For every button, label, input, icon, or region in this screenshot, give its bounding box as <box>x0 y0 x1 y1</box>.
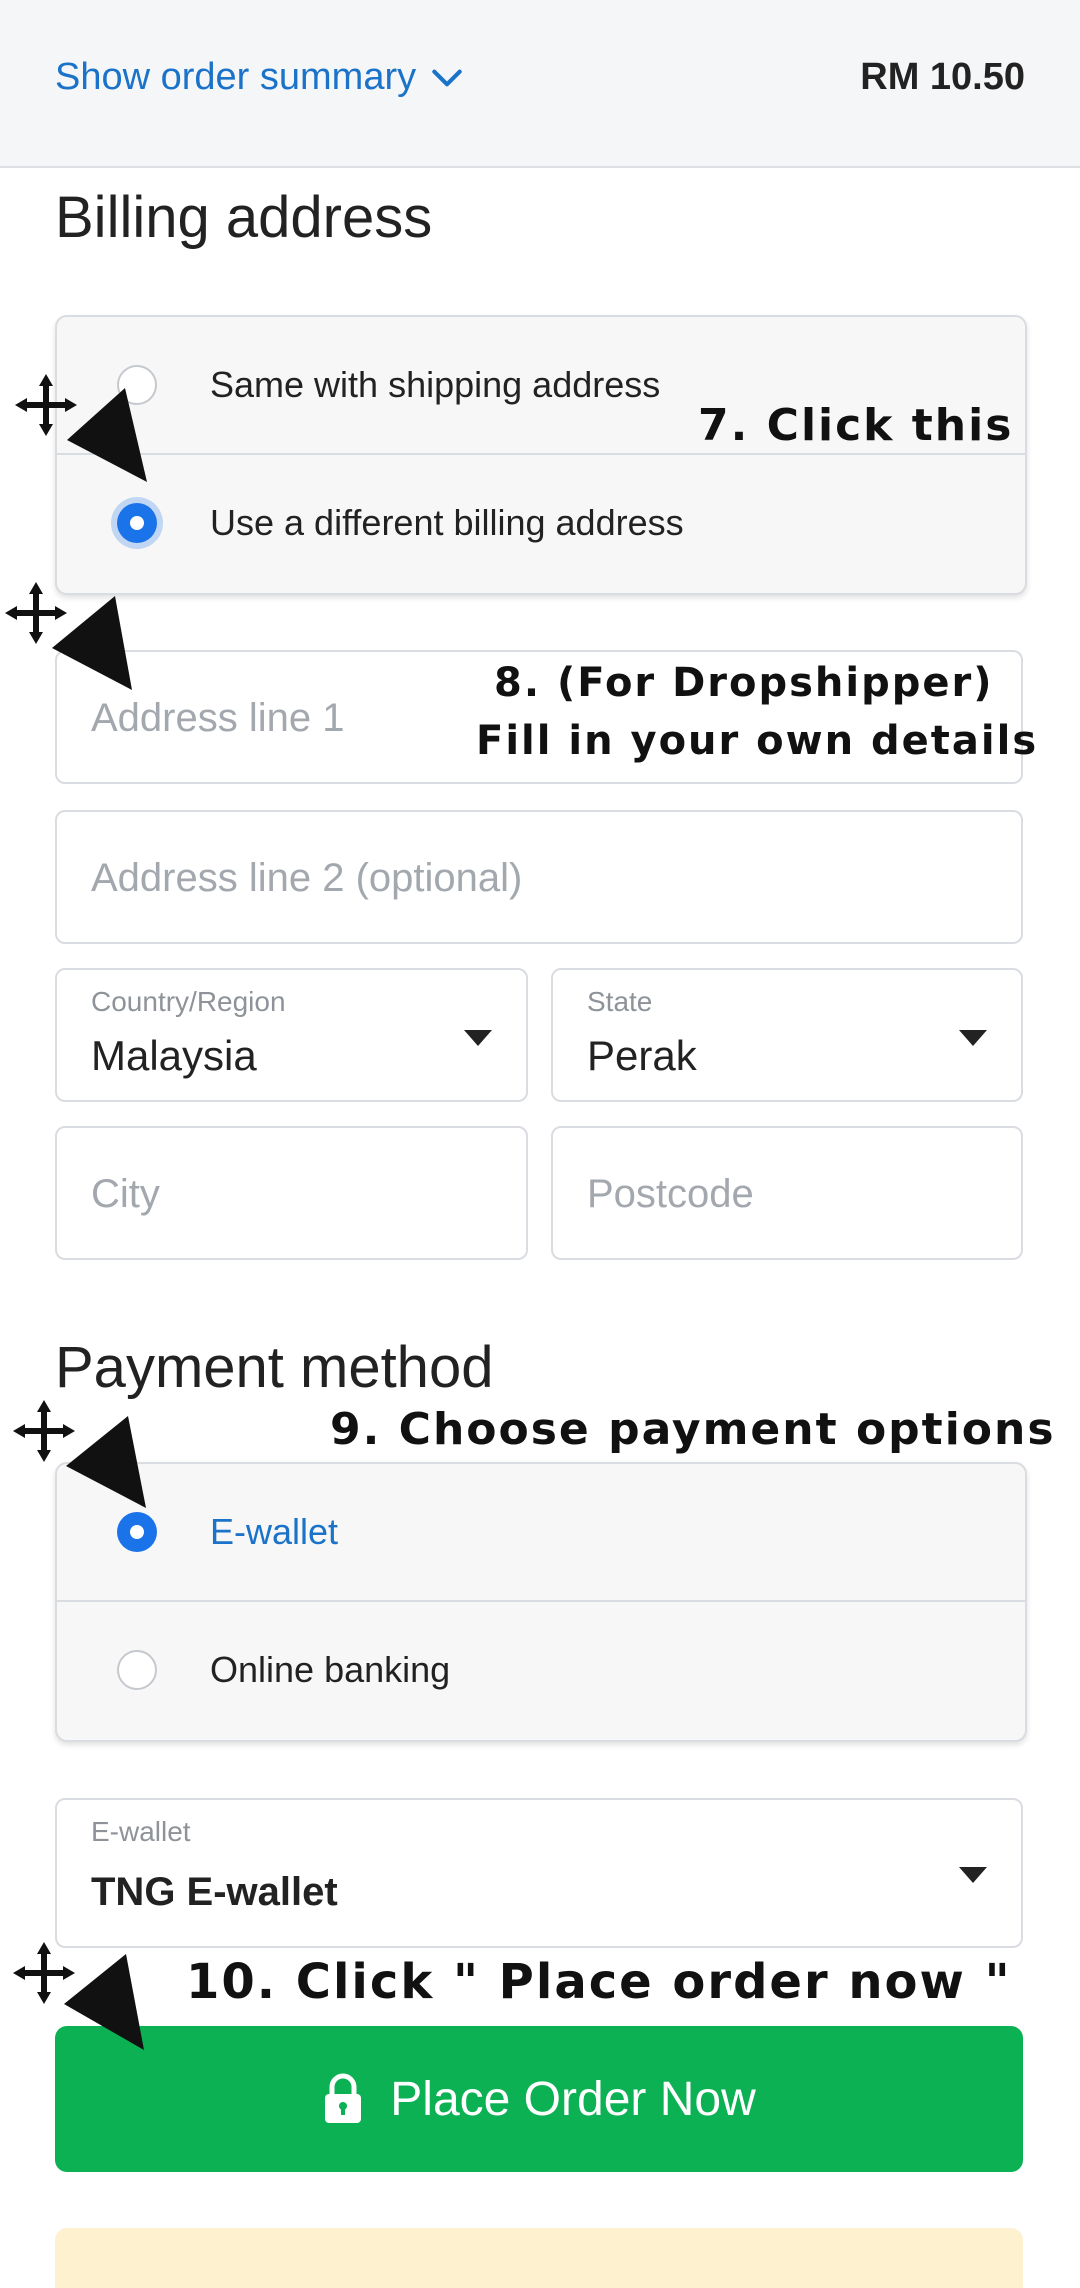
payment-option-ewallet[interactable]: E-wallet <box>57 1464 1025 1600</box>
billing-option-label: Same with shipping address <box>210 364 661 405</box>
ewallet-value: TNG E-wallet <box>91 1870 338 1914</box>
annotation-step-8-line-2: Fill in your own details <box>476 718 1039 764</box>
country-label: Country/Region <box>91 986 286 1017</box>
payment-option-online-banking[interactable]: Online banking <box>57 1600 1025 1738</box>
ewallet-select[interactable]: E-wallet TNG E-wallet <box>55 1798 1023 1948</box>
postcode-placeholder: Postcode <box>587 1172 754 1216</box>
order-total: RM 10.50 <box>860 56 1025 98</box>
state-value: Perak <box>587 1032 697 1079</box>
payment-option-group: E-wallet Online banking <box>55 1462 1027 1742</box>
address-line-2-placeholder: Address line 2 (optional) <box>91 856 523 900</box>
caret-down-icon <box>464 1030 492 1046</box>
payment-option-label: E-wallet <box>210 1511 339 1552</box>
radio-unchecked[interactable] <box>117 1650 157 1690</box>
billing-address-title: Billing address <box>55 185 433 250</box>
annotation-step-7: 7. Click this <box>698 400 1014 451</box>
lock-icon <box>325 2073 362 2123</box>
chevron-down-icon <box>432 69 462 86</box>
payment-method-title: Payment method <box>55 1335 494 1400</box>
place-order-button[interactable]: Place Order Now <box>55 2026 1023 2172</box>
radio-checked[interactable] <box>117 1512 157 1552</box>
notice-banner <box>55 2228 1023 2288</box>
country-value: Malaysia <box>91 1032 257 1079</box>
caret-down-icon <box>959 1867 987 1883</box>
order-summary-bar: Show order summary RM 10.50 <box>0 0 1080 168</box>
city-field[interactable]: City <box>55 1126 528 1260</box>
postcode-field[interactable]: Postcode <box>551 1126 1023 1260</box>
state-label: State <box>587 986 653 1017</box>
caret-down-icon <box>959 1030 987 1046</box>
state-select[interactable]: State Perak <box>551 968 1023 1102</box>
move-cursor-arrow-icon <box>15 374 147 482</box>
payment-option-label: Online banking <box>210 1649 451 1690</box>
country-select[interactable]: Country/Region Malaysia <box>55 968 528 1102</box>
annotation-step-8-line-1: 8. (For Dropshipper) <box>494 660 994 706</box>
address-line-2-field[interactable]: Address line 2 (optional) <box>55 810 1023 944</box>
radio-checked[interactable] <box>117 503 157 543</box>
show-order-summary-toggle[interactable]: Show order summary <box>55 56 466 99</box>
move-cursor-arrow-icon <box>5 582 132 690</box>
move-cursor-arrow-icon <box>13 1400 146 1508</box>
annotation-step-10: 10. Click " Place order now " <box>186 1954 1012 2010</box>
address-line-1-placeholder: Address line 1 <box>91 696 345 740</box>
annotation-step-9: 9. Choose payment options <box>330 1404 1056 1455</box>
place-order-label: Place Order Now <box>390 2072 756 2126</box>
show-order-summary-label: Show order summary <box>55 56 417 98</box>
billing-option-different[interactable]: Use a different billing address <box>57 453 1025 591</box>
billing-option-label: Use a different billing address <box>210 502 684 543</box>
billing-option-group: Same with shipping address Use a differe… <box>55 315 1027 595</box>
city-placeholder: City <box>91 1172 160 1216</box>
ewallet-label: E-wallet <box>91 1816 191 1847</box>
move-cursor-arrow-icon <box>13 1942 144 2050</box>
